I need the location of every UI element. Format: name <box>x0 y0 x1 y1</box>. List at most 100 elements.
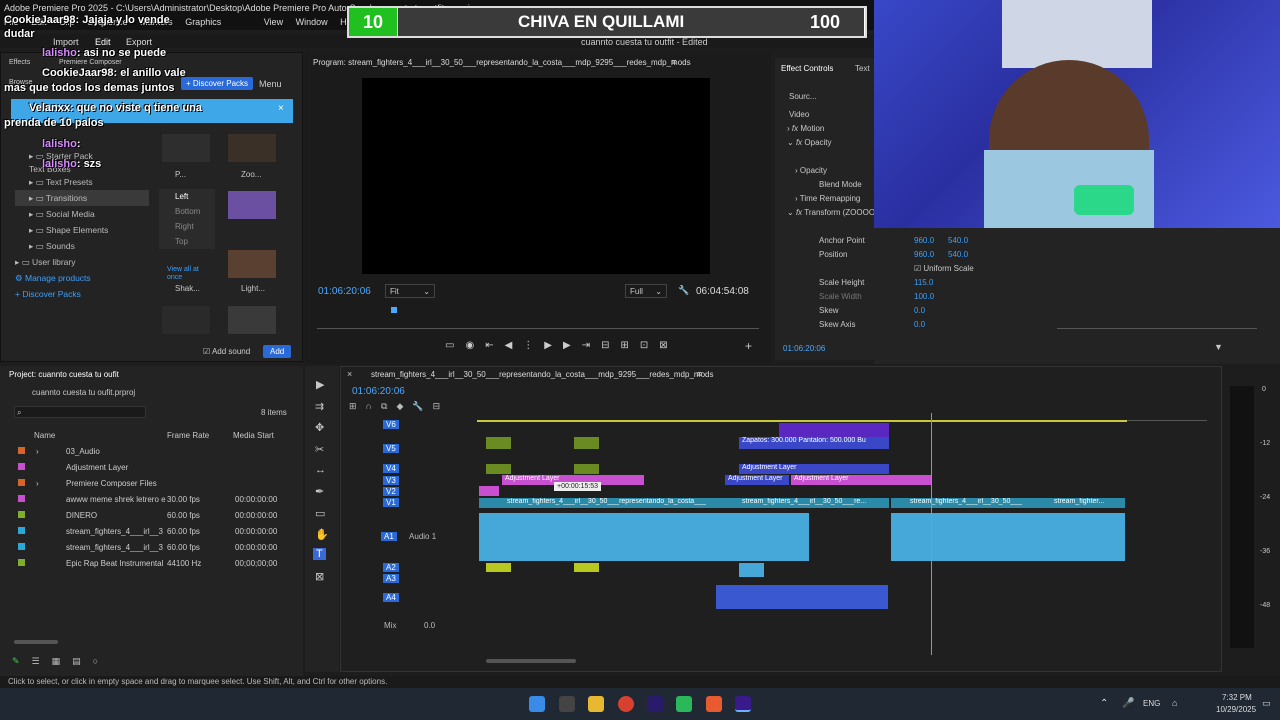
rectangle-icon[interactable]: ▭ <box>315 507 325 520</box>
step-back-icon[interactable]: ◀ <box>505 340 524 351</box>
uniform-scale-checkbox[interactable]: ☑ Uniform Scale <box>914 264 974 273</box>
track-v5[interactable]: V5 <box>371 444 399 453</box>
add-sound-checkbox[interactable]: ☑ Add sound <box>203 347 250 356</box>
hand-icon[interactable]: ✋ <box>315 528 329 541</box>
clip-stream-v1[interactable]: stream_fighters_4___irl__30_50___represe… <box>479 498 739 508</box>
clip-audio-a1b[interactable] <box>891 513 1125 561</box>
manage-products-link[interactable]: ⚙ Manage products <box>15 270 145 286</box>
linked-icon[interactable]: ⧉ <box>381 401 396 411</box>
settings-icon[interactable]: 🔧 <box>412 401 432 411</box>
freeform-view-icon[interactable]: ▤ <box>72 656 93 666</box>
timecode-current[interactable]: 01:06:20:06 <box>318 286 371 297</box>
clip-adjustment-v3b[interactable]: Adjustment Layer <box>725 475 789 485</box>
thumbnail-4[interactable] <box>227 249 277 279</box>
mix-value[interactable]: 0.0 <box>424 621 435 630</box>
source-tab[interactable]: Sourc... <box>789 92 817 101</box>
zoom-slider[interactable]: ○ <box>93 656 110 666</box>
value-position-x[interactable]: 960.0 <box>914 250 934 259</box>
column-frame-rate[interactable]: Frame Rate <box>167 431 209 440</box>
play-icon[interactable] <box>676 696 692 712</box>
table-row[interactable]: Adjustment Layer <box>0 460 303 476</box>
tab-effect-controls[interactable]: Effect Controls <box>781 64 833 73</box>
fit-select[interactable]: Fit ⌄ <box>385 284 435 298</box>
clip-v2[interactable] <box>479 486 499 496</box>
clip-audio-a2b[interactable] <box>574 563 599 572</box>
direction-bottom[interactable]: Bottom <box>159 204 215 219</box>
pen-icon[interactable]: ✒ <box>315 485 324 498</box>
tree-item-sounds[interactable]: ▸ ▭ Sounds <box>15 238 145 254</box>
direction-right[interactable]: Right <box>159 219 215 234</box>
track-v6[interactable]: V6 <box>371 420 501 429</box>
search-input[interactable]: ⌕ <box>14 406 146 418</box>
snap-icon[interactable]: ∩ <box>366 401 381 411</box>
clip-green[interactable] <box>574 437 599 449</box>
notification-icon[interactable]: ▭ <box>1262 698 1271 709</box>
opacity-param[interactable]: › Opacity <box>795 166 827 175</box>
captions-icon[interactable]: ⊠ <box>315 570 324 583</box>
project-scrollbar[interactable] <box>14 640 58 644</box>
clip-purple[interactable] <box>779 423 889 437</box>
value-skew[interactable]: 0.0 <box>914 306 925 315</box>
nest-icon[interactable]: ⊞ <box>349 401 366 411</box>
pencil-icon[interactable]: ✎ <box>12 656 32 666</box>
fx-transform[interactable]: ⌄ fx Transform (ZOOOO <box>787 208 875 217</box>
razor-icon[interactable]: ✂ <box>315 443 324 456</box>
value-scale-width[interactable]: 100.0 <box>914 292 934 301</box>
playhead-marker[interactable] <box>391 307 397 313</box>
track-v1[interactable]: V1 <box>371 498 399 507</box>
table-row[interactable]: stream_fighters_4___irl__3 60.00 fps 00:00… <box>0 540 303 556</box>
clip-audio-a4[interactable] <box>716 585 888 609</box>
safe-margins-icon[interactable]: ▭ <box>445 340 465 351</box>
value-scale-height[interactable]: 115.0 <box>914 278 933 287</box>
thumbnail-5[interactable] <box>161 305 211 335</box>
sequence-tab[interactable]: stream_fighters_4___irl__30_50___represe… <box>371 370 713 379</box>
tree-item-user-library[interactable]: ▸ ▭ User library <box>15 254 145 270</box>
table-row[interactable]: › 03_Audio <box>0 444 303 460</box>
tree-item-text-presets[interactable]: ▸ ▭ Text Presets <box>15 174 145 190</box>
fx-time-remapping[interactable]: › Time Remapping <box>795 194 860 203</box>
track-v4[interactable]: V4 <box>371 464 399 473</box>
selection-tool-icon[interactable]: ▶ <box>316 378 324 391</box>
windows-start-icon[interactable] <box>529 696 545 712</box>
track-a1[interactable]: A1 Audio 1 <box>381 532 436 541</box>
clip-zapatos[interactable]: Zapatos: 300.000 Pantalon: 500.000 Bu <box>739 437 889 449</box>
premiere-icon[interactable] <box>647 696 663 712</box>
track-select-icon[interactable]: ⇉ <box>315 400 324 413</box>
track-a2[interactable]: A2 <box>383 563 399 572</box>
clip-green[interactable] <box>574 464 599 474</box>
work-area-bar[interactable] <box>477 420 1127 422</box>
tree-item-social-media[interactable]: ▸ ▭ Social Media <box>15 206 145 222</box>
captions-icon[interactable]: ⊟ <box>433 401 450 411</box>
thumbnail-6[interactable] <box>227 305 277 335</box>
language-indicator[interactable]: ENG <box>1143 699 1160 708</box>
clip-audio-a1[interactable] <box>479 513 809 561</box>
marker-icon[interactable]: ◆ <box>396 401 412 411</box>
clip-audio-a2[interactable] <box>486 563 511 572</box>
clock-date[interactable]: 10/29/2025 <box>1216 705 1256 714</box>
column-media-start[interactable]: Media Start <box>233 431 274 440</box>
table-row[interactable]: stream_fighters_4___irl__3 60.00 fps 00:00… <box>0 524 303 540</box>
add-button[interactable]: Add <box>263 345 292 358</box>
clip-audio-a3[interactable] <box>739 563 764 577</box>
button-editor-icon[interactable]: ⊠ <box>659 340 678 351</box>
effect-scrollbar[interactable] <box>1057 328 1257 329</box>
camera-icon[interactable]: ◉ <box>465 340 485 351</box>
chrome-icon[interactable] <box>618 696 634 712</box>
value-skew-axis[interactable]: 0.0 <box>914 320 925 329</box>
value-anchor-x[interactable]: 960.0 <box>914 236 934 245</box>
thumbnail-3[interactable] <box>227 190 277 220</box>
view-all-link[interactable]: View all at once <box>167 266 207 282</box>
direction-top[interactable]: Top <box>159 234 215 249</box>
track-a4[interactable]: A4 <box>383 593 399 602</box>
timeline-timecode[interactable]: 01:06:20:06 <box>352 386 405 397</box>
premiere-active-icon[interactable] <box>735 696 751 712</box>
track-v2[interactable]: V2 <box>371 487 399 496</box>
mic-icon[interactable]: 🎤 <box>1122 698 1134 709</box>
extract-icon[interactable]: ⊞ <box>620 340 639 351</box>
timeline-scrollbar[interactable] <box>486 659 576 663</box>
clip-stream-v1c[interactable]: stream_fighters_4___irl__30_50___ <box>891 498 1051 508</box>
clock-time[interactable]: 7:32 PM <box>1222 693 1252 702</box>
table-row[interactable]: awww meme shrek letrero e 30.00 fps 00:00:… <box>0 492 303 508</box>
clip-green[interactable] <box>486 464 511 474</box>
discover-packs-link[interactable]: + Discover Packs <box>15 286 145 302</box>
